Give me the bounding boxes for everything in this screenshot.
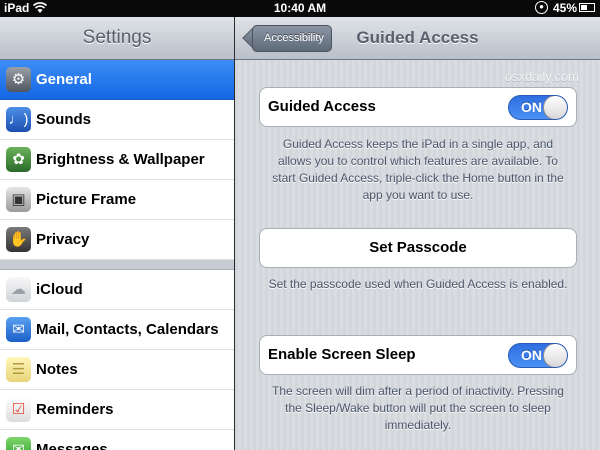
sidebar-item-sounds[interactable]: ♩) Sounds (0, 100, 234, 140)
notepad-icon: ☰ (6, 357, 31, 382)
sidebar-item-label: iCloud (36, 281, 83, 298)
set-passcode-button[interactable]: Set Passcode (259, 228, 577, 268)
ipad-screen: iPad 10:40 AM ● 45% Settings ⚙ General ♩… (0, 0, 600, 450)
guided-access-panel: Accessibility Guided Access osxdaily.com… (235, 17, 600, 450)
sidebar-item-picture-frame[interactable]: ▣ Picture Frame (0, 180, 234, 220)
gear-icon: ⚙ (6, 67, 31, 92)
battery-percent: 45% (553, 1, 578, 15)
sidebar-item-icloud[interactable]: ☁ iCloud (0, 270, 234, 310)
sidebar-item-label: Reminders (36, 401, 114, 418)
rotation-lock-icon: ● (535, 1, 548, 14)
sidebar-item-mail-contacts-calendars[interactable]: ✉ Mail, Contacts, Calendars (0, 310, 234, 350)
speaker-icon: ♩) (6, 107, 31, 132)
accessibility-back-button[interactable]: Accessibility (252, 25, 332, 52)
sidebar-item-label: Notes (36, 361, 78, 378)
guided-access-description: Guided Access keeps the iPad in a single… (272, 137, 564, 202)
sidebar-item-brightness-wallpaper[interactable]: ✿ Brightness & Wallpaper (0, 140, 234, 180)
picture-frame-icon: ▣ (6, 187, 31, 212)
sidebar-item-privacy[interactable]: ✋ Privacy (0, 220, 234, 260)
sidebar-item-messages[interactable]: ✉ Messages (0, 430, 234, 450)
checklist-icon: ☑ (6, 397, 31, 422)
sidebar-item-label: Picture Frame (36, 191, 137, 208)
sidebar-navbar: Settings (0, 17, 234, 60)
sidebar-title: Settings (82, 27, 152, 48)
screen-sleep-cell: Enable Screen Sleep ON (259, 335, 577, 375)
sidebar-item-label: Brightness & Wallpaper (36, 151, 205, 168)
set-passcode-label: Set Passcode (369, 239, 467, 256)
battery-icon (579, 3, 595, 12)
speech-bubble-icon: ✉ (6, 437, 31, 450)
sidebar-item-label: Sounds (36, 111, 91, 128)
sidebar-item-label: General (36, 71, 92, 88)
sidebar-item-notes[interactable]: ☰ Notes (0, 350, 234, 390)
sidebar-item-reminders[interactable]: ☑ Reminders (0, 390, 234, 430)
toggle-state-text: ON (521, 347, 542, 363)
envelope-icon: ✉ (6, 317, 31, 342)
set-passcode-description: Set the passcode used when Guided Access… (268, 277, 568, 291)
screen-sleep-toggle[interactable]: ON (508, 343, 568, 368)
detail-navbar: Accessibility Guided Access (235, 17, 600, 60)
guided-access-toggle[interactable]: ON (508, 95, 568, 120)
toggle-knob (543, 96, 567, 119)
sidebar-item-label: Privacy (36, 231, 90, 248)
flower-icon: ✿ (6, 147, 31, 172)
cloud-icon: ☁ (6, 277, 31, 302)
sidebar-item-label: Messages (36, 441, 108, 450)
hand-icon: ✋ (6, 227, 31, 252)
watermark: osxdaily.com (504, 69, 579, 84)
guided-access-label: Guided Access (268, 98, 376, 115)
guided-access-cell: Guided Access ON (259, 87, 577, 127)
settings-list: ⚙ General ♩) Sounds ✿ Brightness & Wallp… (0, 60, 234, 450)
screen-sleep-description: The screen will dim after a period of in… (272, 384, 564, 432)
sidebar-item-general[interactable]: ⚙ General (0, 60, 234, 100)
toggle-state-text: ON (521, 99, 542, 115)
settings-sidebar: Settings ⚙ General ♩) Sounds ✿ Brightnes… (0, 17, 235, 450)
toggle-knob (543, 344, 567, 367)
screen-sleep-label: Enable Screen Sleep (268, 346, 416, 363)
sidebar-item-label: Mail, Contacts, Calendars (36, 321, 219, 338)
group-separator (0, 260, 234, 270)
status-bar: iPad 10:40 AM ● 45% (0, 0, 600, 17)
status-time: 10:40 AM (273, 1, 327, 15)
